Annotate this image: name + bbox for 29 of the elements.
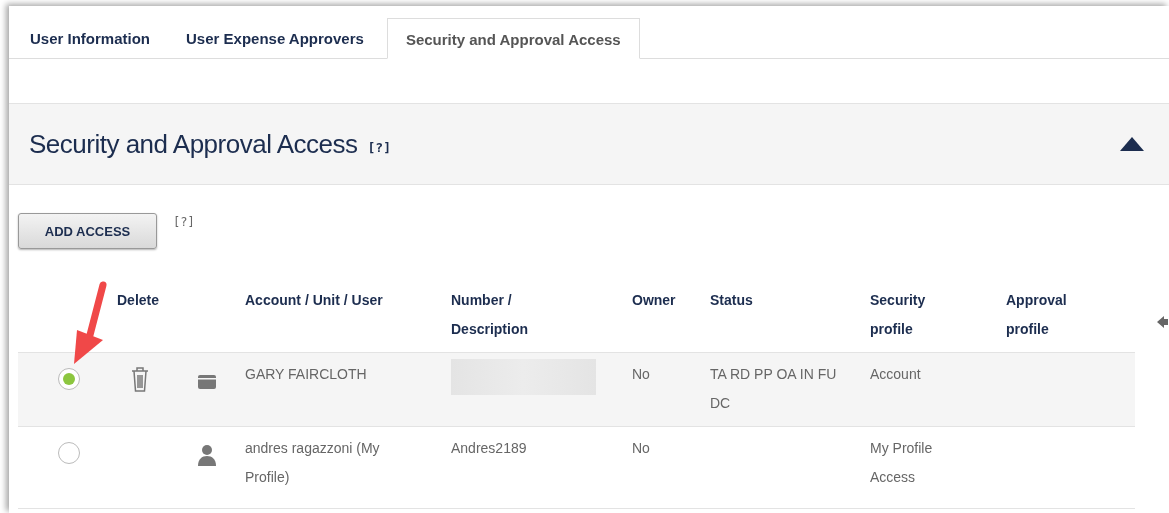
- column-header: Approval profile: [1006, 291, 1068, 339]
- help-link[interactable]: [?]: [367, 139, 391, 155]
- table-cell-text: No: [632, 365, 651, 384]
- table-cell-text: andres ragazzoni (My Profile): [245, 439, 381, 487]
- table-cell-text: TA RD PP OA IN FU DC: [710, 365, 838, 413]
- tab[interactable]: User Expense Approvers: [173, 30, 377, 58]
- tab[interactable]: User Information: [17, 30, 163, 58]
- column-header: Number / Description: [451, 291, 529, 339]
- add-access-button[interactable]: ADD ACCESS: [18, 213, 157, 249]
- column-header: Status: [710, 291, 754, 310]
- table-cell: Andres2189: [451, 440, 527, 456]
- column-header: Owner: [632, 291, 677, 310]
- help-link[interactable]: [?]: [173, 215, 195, 229]
- column-header: Delete: [117, 291, 161, 310]
- table-cell-text: My Profile Access: [870, 439, 934, 487]
- table-cell-text: Account: [870, 365, 922, 384]
- row-radio[interactable]: [58, 368, 80, 390]
- person-icon: [198, 444, 216, 466]
- column-header: Security profile: [870, 291, 927, 339]
- section-title: Security and Approval Access: [29, 128, 358, 160]
- table-cell-text: No: [632, 439, 651, 458]
- tab[interactable]: Security and Approval Access: [386, 18, 640, 59]
- arrow-icon: [1157, 315, 1168, 328]
- collapse-icon[interactable]: [1120, 137, 1144, 151]
- table-cell-text: GARY FAIRCLOTH: [245, 365, 368, 384]
- column-header: Account / Unit / User: [245, 291, 384, 310]
- row-radio[interactable]: [58, 442, 80, 464]
- trash-icon[interactable]: [131, 366, 149, 393]
- card-icon: [198, 375, 216, 390]
